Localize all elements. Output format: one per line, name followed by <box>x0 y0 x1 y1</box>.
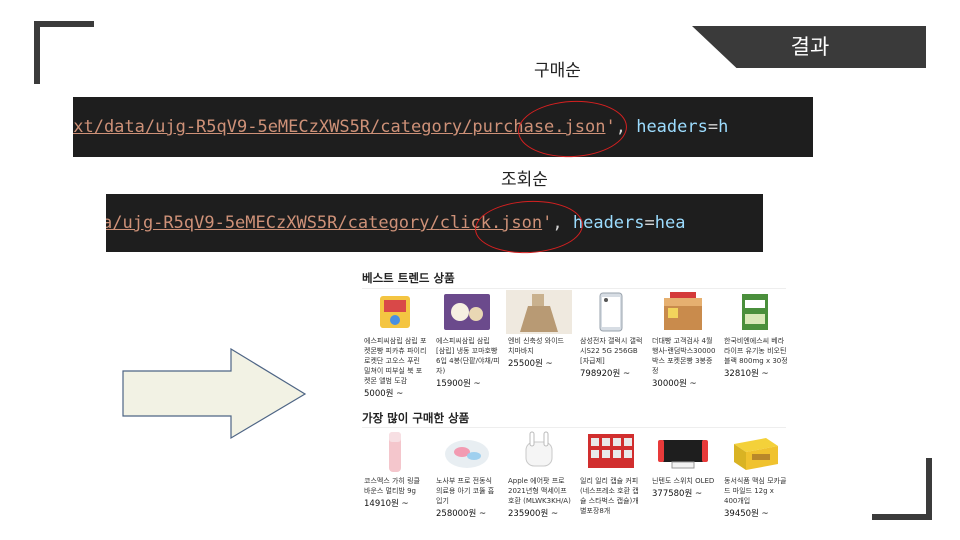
product-price: 14910원 ~ <box>364 499 409 509</box>
product-price: 25500원 ~ <box>508 359 553 369</box>
gift-box-icon[interactable] <box>650 290 716 334</box>
product-price: 15900원 ~ <box>436 379 481 389</box>
right-arrow-icon <box>122 348 307 440</box>
code-snippet-click: a/ujg-R5qV9-5eMECzXWS5R/category/click.j… <box>106 194 763 252</box>
product-name[interactable]: 에스피씨삼립 삼립 [삼립] 냉동 꼬마호빵 6입 4봉(단팥/야채/피자) <box>436 336 500 376</box>
section-title-best-trend: 베스트 트렌드 상품 <box>362 271 455 285</box>
frozen-bun-icon[interactable] <box>434 290 500 334</box>
corner-frame-bottom-right <box>926 458 932 520</box>
code-equals: = <box>707 117 719 137</box>
product-name[interactable]: 일리 일리 캡슐 커피(네스프레소 호환 캡슐 스타벅스 캡슐)개별포장8개 <box>580 476 644 516</box>
product-name[interactable]: 에스피씨삼립 삼립 포켓몬빵 피카츄 파이리 로켓단 고오스 푸린 밀쳐이 띠부… <box>364 336 428 386</box>
product-name[interactable]: 코스멕스 가히 링클 바운스 멀티밤 9g <box>364 476 428 496</box>
wide-skirt-pants-icon[interactable] <box>506 290 572 334</box>
code-url-prefix: a/ujg-R5qV9-5eMECzXWS5R/category/ <box>106 213 440 233</box>
multi-balm-icon[interactable] <box>362 430 428 474</box>
snack-bread-icon[interactable] <box>362 290 428 334</box>
code-equals: = <box>644 213 655 233</box>
product-price: 798920원 ~ <box>580 369 631 379</box>
product-name[interactable]: Apple 에어팟 프로 2021년형 맥세이프 호환 (MLWK3KH/A) <box>508 476 572 506</box>
product-name[interactable]: 더대빵 고객검사 4월 행사-랜덤박스30000박스 포켓몬빵 3봉증정 <box>652 336 716 376</box>
product-name[interactable]: 닌텐도 스위치 OLED <box>652 476 716 486</box>
corner-frame-top-left <box>34 21 40 84</box>
product-price: 30000원 ~ <box>652 379 697 389</box>
corner-frame-top-left-bar <box>34 21 94 27</box>
product-price: 39450원 ~ <box>724 509 769 519</box>
product-name[interactable]: 엔비 신축성 와이드 치마바지 <box>508 336 572 356</box>
caption-purchase-order: 구매순 <box>534 61 581 81</box>
supplement-box-icon[interactable] <box>722 290 788 334</box>
code-url-prefix: ext/data/ujg-R5qV9-5eMECzXWS5R/category/ <box>73 117 473 137</box>
code-keyword: headers <box>572 213 645 233</box>
product-price: 5000원 ~ <box>364 389 404 399</box>
divider <box>362 288 786 289</box>
coffee-mix-box-icon[interactable] <box>722 430 788 474</box>
product-name[interactable]: 노사부 프로 전동식 의료용 아기 코뚫 흡입기 <box>436 476 500 506</box>
product-name[interactable]: 삼성전자 갤럭시 갤럭시S22 5G 256GB [자급제] <box>580 336 644 366</box>
nasal-aspirator-icon[interactable] <box>434 430 500 474</box>
product-name[interactable]: 동서식품 맥심 모카골드 마일드 12g x 400개입 <box>724 476 788 506</box>
coffee-capsule-icon[interactable] <box>578 430 644 474</box>
product-price: 258000원 ~ <box>436 509 487 519</box>
result-label: 결과 <box>790 35 830 59</box>
product-price: 32810원 ~ <box>724 369 769 379</box>
caption-click-order: 조회순 <box>501 170 548 190</box>
code-keyword: headers <box>636 117 708 137</box>
product-price: 377580원 ~ <box>652 489 703 499</box>
code-snippet-purchase: ext/data/ujg-R5qV9-5eMECzXWS5R/category/… <box>73 97 813 157</box>
section-title-most-purchased: 가장 많이 구매한 상품 <box>362 411 470 425</box>
divider <box>362 427 786 428</box>
product-name[interactable]: 한국비엔에스씨 베라라이프 유기농 비오틴 블랙 800mg x 30정 <box>724 336 788 366</box>
game-console-icon[interactable] <box>650 430 716 474</box>
code-tail: h <box>718 117 729 137</box>
product-price: 235900원 ~ <box>508 509 559 519</box>
smartphone-icon[interactable] <box>578 290 644 334</box>
earbuds-icon[interactable] <box>506 430 572 474</box>
corner-frame-bottom-right-bar <box>872 514 932 520</box>
product-panel: 베스트 트렌드 상품 에스피씨삼립 삼립 포켓몬빵 피카츄 파이리 로켓단 고오… <box>358 264 790 520</box>
code-tail: hea <box>654 213 686 233</box>
